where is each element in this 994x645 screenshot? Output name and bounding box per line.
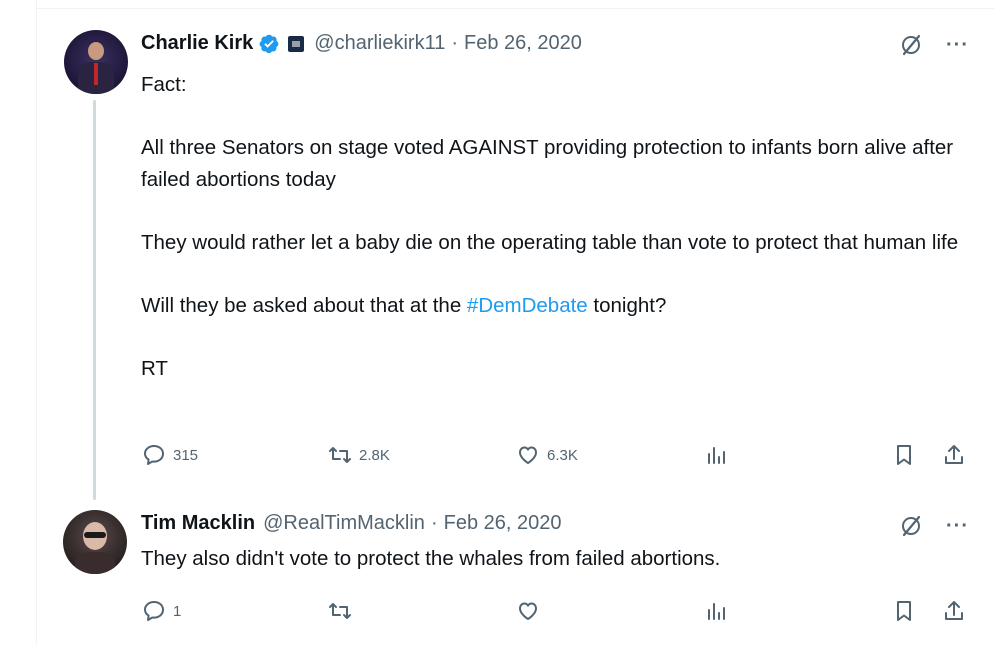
reply-button[interactable]: 1 <box>141 598 181 624</box>
header-separator: · <box>451 32 459 54</box>
bookmark-icon <box>897 445 911 465</box>
tweet-text-line: Fact: <box>141 73 187 96</box>
reply-button[interactable]: 315 <box>141 442 198 468</box>
reply-header: Tim Macklin @RealTimMacklin · Feb 26, 20… <box>141 512 561 535</box>
tweet-text-paragraph: RT <box>141 357 168 380</box>
tweet-date[interactable]: Feb 26, 2020 <box>464 32 582 55</box>
retweet-button[interactable]: 2.8K <box>327 442 390 468</box>
retweet-icon <box>329 447 351 463</box>
share-icon <box>945 601 963 620</box>
reply-count: 315 <box>173 446 199 464</box>
reply-text: They also didn't vote to protect the wha… <box>141 543 971 575</box>
avatar[interactable] <box>63 510 127 574</box>
like-icon <box>519 446 537 464</box>
reply-count: 1 <box>173 602 182 620</box>
reply-text-line: They also didn't vote to protect the wha… <box>141 547 721 570</box>
affiliate-badge-icon[interactable] <box>288 35 305 52</box>
views-icon <box>708 447 725 464</box>
avatar-tie <box>94 63 98 85</box>
views-button[interactable] <box>703 442 729 468</box>
more-icon[interactable]: ··· <box>946 516 969 536</box>
reply-icon <box>144 601 164 621</box>
avatar-shirt <box>75 552 115 574</box>
divider <box>36 8 994 9</box>
hashtag-link[interactable]: #DemDebate <box>467 294 588 317</box>
tweet-text-paragraph: All three Senators on stage voted AGAINS… <box>141 136 954 191</box>
tweet-text-segment: tonight? <box>587 294 667 317</box>
share-icon <box>945 445 963 464</box>
reply-icon <box>144 445 164 465</box>
bookmark-button[interactable] <box>891 598 917 624</box>
like-icon <box>519 602 537 620</box>
author-name[interactable]: Charlie Kirk <box>141 32 253 55</box>
avatar-glasses <box>84 532 106 538</box>
views-button[interactable] <box>703 598 729 624</box>
tweet-header: Charlie Kirk @charliekirk11 · Feb 26, 20… <box>141 32 582 55</box>
like-count: 6.3K <box>547 446 578 464</box>
more-icon[interactable]: ··· <box>946 35 969 55</box>
grok-icon[interactable] <box>898 32 924 58</box>
tweet-header-actions: ··· <box>898 32 969 58</box>
share-button[interactable] <box>941 598 967 624</box>
like-button[interactable]: 6.3K <box>515 442 578 468</box>
reply-header-actions: ··· <box>898 513 969 539</box>
thread-connector-line <box>93 100 96 500</box>
grok-icon[interactable] <box>898 513 924 539</box>
avatar[interactable] <box>64 30 128 94</box>
bookmark-button[interactable] <box>891 442 917 468</box>
reply-author-name[interactable]: Tim Macklin <box>141 512 255 535</box>
avatar-face <box>88 42 104 60</box>
reply-author-handle[interactable]: @RealTimMacklin <box>263 512 425 535</box>
views-icon <box>708 603 725 620</box>
tweet-text-paragraph: They would rather let a baby die on the … <box>141 231 959 254</box>
tweet-text-paragraph: Will they be asked about that at the #De… <box>141 290 971 322</box>
share-button[interactable] <box>941 442 967 468</box>
retweet-icon <box>329 603 351 619</box>
retweet-count: 2.8K <box>359 446 390 464</box>
header-separator: · <box>430 512 438 534</box>
retweet-button[interactable] <box>327 598 353 624</box>
bookmark-icon <box>897 601 911 621</box>
reply-date[interactable]: Feb 26, 2020 <box>444 512 562 535</box>
like-button[interactable] <box>515 598 541 624</box>
tweet-action-bar: 315 2.8K 6.3K <box>141 442 971 472</box>
tweet-text: Fact: All three Senators on stage voted … <box>141 69 971 385</box>
author-handle[interactable]: @charliekirk11 <box>314 32 445 55</box>
tweet-text-segment: Will they be asked about that at the <box>141 294 467 317</box>
verified-badge-icon <box>258 33 280 55</box>
reply-action-bar: 1 <box>141 598 971 628</box>
